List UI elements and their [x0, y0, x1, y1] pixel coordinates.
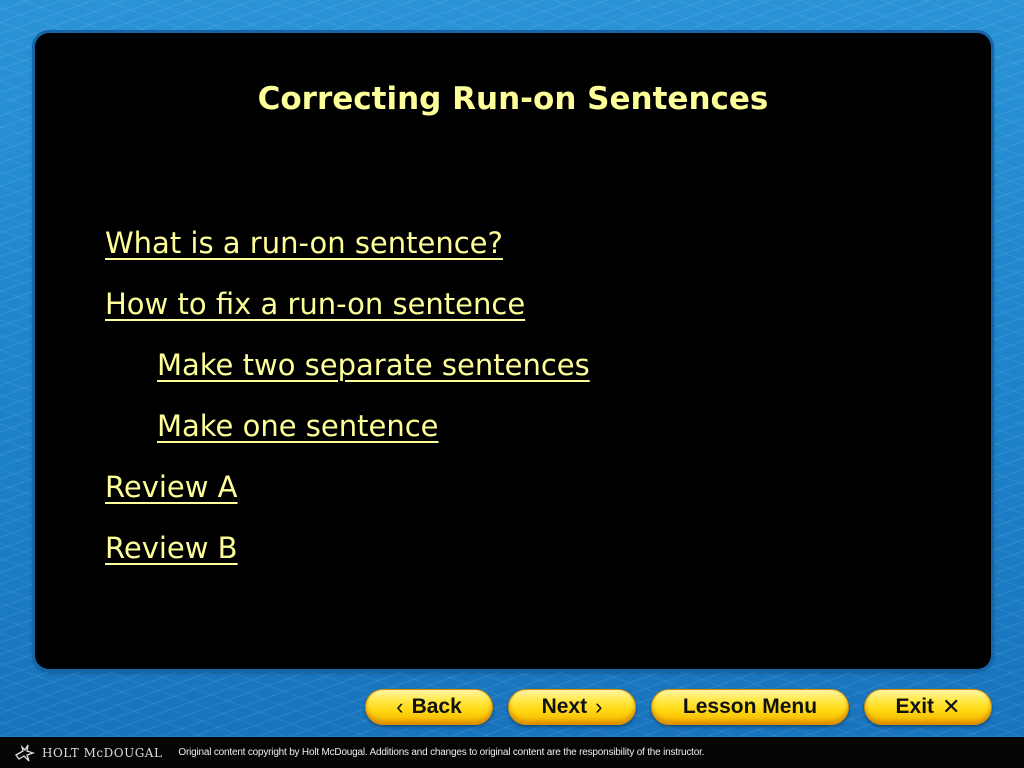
navigation-bar: ‹ Back Next › Lesson Menu Exit ✕ [0, 689, 1024, 727]
close-icon: ✕ [942, 694, 961, 719]
back-button[interactable]: ‹ Back [365, 689, 493, 725]
link-make-two-sentences[interactable]: Make two separate sentences [157, 345, 590, 406]
lesson-menu-button[interactable]: Lesson Menu [651, 689, 849, 725]
brand-name: HOLT McDOUGAL [42, 745, 163, 760]
copyright-notice: Original content copyright by Holt McDou… [178, 747, 705, 758]
link-how-to-fix[interactable]: How to fix a run-on sentence [105, 284, 590, 345]
lesson-menu-label: Lesson Menu [682, 695, 818, 718]
link-review-b[interactable]: Review B [105, 528, 590, 589]
content-panel: Correcting Run-on Sentences What is a ru… [35, 33, 991, 669]
exit-label: Exit [895, 695, 935, 718]
next-button[interactable]: Next › [508, 689, 636, 725]
topic-links: What is a run-on sentence? How to fix a … [105, 223, 590, 589]
chevron-left-icon: ‹ [396, 694, 404, 719]
slide-title: Correcting Run-on Sentences [257, 81, 769, 117]
holt-mcdougal-logo-icon [15, 744, 36, 761]
chevron-right-icon: › [595, 694, 603, 719]
back-label: Back [411, 695, 462, 718]
exit-button[interactable]: Exit ✕ [864, 689, 992, 725]
link-make-one-sentence[interactable]: Make one sentence [157, 406, 590, 467]
footer-bar: HOLT McDOUGAL Original content copyright… [0, 737, 1024, 768]
next-label: Next [541, 695, 588, 718]
link-review-a[interactable]: Review A [105, 467, 590, 528]
link-what-is-run-on[interactable]: What is a run-on sentence? [105, 223, 590, 284]
